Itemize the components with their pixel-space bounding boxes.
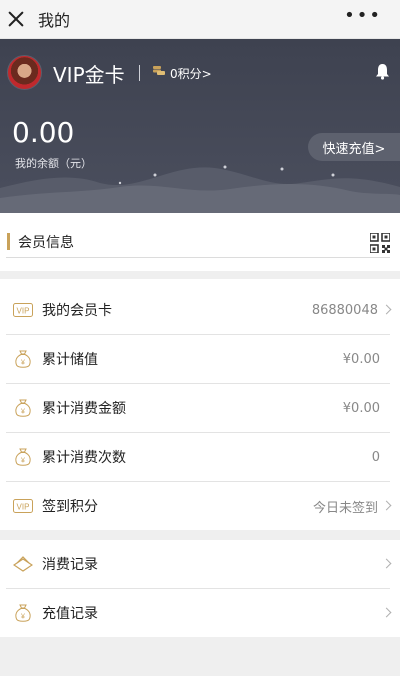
records-list: 消费记录 ¥ 充值记录 (0, 540, 400, 637)
list-item-recharge-records[interactable]: ¥ 充值记录 (6, 589, 392, 637)
vip-icon: VIP (12, 300, 34, 320)
card-number: 86880048 (311, 302, 378, 318)
list-item-label: 累计消费次数 (42, 450, 126, 466)
money-bag-icon: ¥ (12, 349, 34, 369)
list-item-label: 签到积分 (42, 499, 98, 515)
list-item-checkin-points[interactable]: VIP 签到积分 今日未签到 (6, 482, 392, 530)
svg-text:¥: ¥ (21, 408, 25, 415)
close-icon[interactable] (8, 11, 24, 27)
card-header: VIP金卡 0积分> 0.00 我的余额（元） 快速充值> (0, 39, 400, 213)
more-menu-icon[interactable]: ••• (344, 7, 382, 25)
list-item-label: 累计储值 (42, 352, 98, 368)
checkin-status: 今日未签到 (312, 500, 378, 516)
list-item-label: 充值记录 (42, 606, 98, 622)
qr-code-icon[interactable] (370, 233, 390, 253)
chevron-right-icon (381, 558, 392, 569)
list-item-my-card[interactable]: VIP 我的会员卡 86880048 (6, 286, 392, 335)
money-bag-icon: ¥ (12, 447, 34, 467)
svg-text:¥: ¥ (21, 613, 25, 620)
chevron-right-icon (381, 500, 392, 511)
points-link[interactable]: 0积分> (170, 65, 212, 82)
svg-text:VIP: VIP (17, 307, 30, 316)
list-item-label: 消费记录 (42, 557, 98, 573)
spend-count-value: 0 (371, 449, 380, 465)
section-accent-bar (7, 233, 10, 250)
list-item-total-spent: ¥ 累计消费金额 ¥0.00 (6, 384, 390, 433)
stack-icon (12, 554, 34, 574)
list-item-label: 我的会员卡 (42, 303, 112, 319)
list-item-total-stored: ¥ 累计储值 ¥0.00 (6, 335, 390, 384)
chevron-right-icon (381, 607, 392, 618)
total-stored-value: ¥0.00 (342, 351, 380, 367)
bell-icon[interactable] (375, 63, 390, 80)
list-item-consumption-records[interactable]: 消费记录 (6, 540, 392, 589)
decorative-waves (0, 165, 400, 213)
avatar[interactable] (7, 55, 42, 90)
section-divider (6, 257, 390, 258)
member-stats-list: VIP 我的会员卡 86880048 ¥ 累计储值 ¥0.00 ¥ 累计消费金额… (0, 279, 400, 530)
svg-text:¥: ¥ (21, 359, 25, 366)
top-nav-bar: 我的 ••• (0, 0, 400, 39)
money-bag-icon: ¥ (12, 603, 34, 623)
money-bag-icon: ¥ (12, 398, 34, 418)
card-level-name: VIP金卡 (53, 63, 125, 87)
svg-text:VIP: VIP (17, 503, 30, 512)
coin-icon (153, 66, 165, 75)
balance-amount: 0.00 (12, 116, 75, 149)
svg-text:¥: ¥ (21, 457, 25, 464)
list-item-label: 累计消费金额 (42, 401, 126, 417)
list-item-spend-count: ¥ 累计消费次数 0 (6, 433, 390, 482)
page-title: 我的 (38, 11, 71, 30)
member-info-title: 会员信息 (18, 235, 74, 251)
chevron-right-icon (381, 304, 392, 315)
total-spent-value: ¥0.00 (342, 400, 380, 416)
member-info-section: 会员信息 (0, 213, 400, 271)
vip-icon: VIP (12, 496, 34, 516)
header-divider (139, 65, 140, 81)
